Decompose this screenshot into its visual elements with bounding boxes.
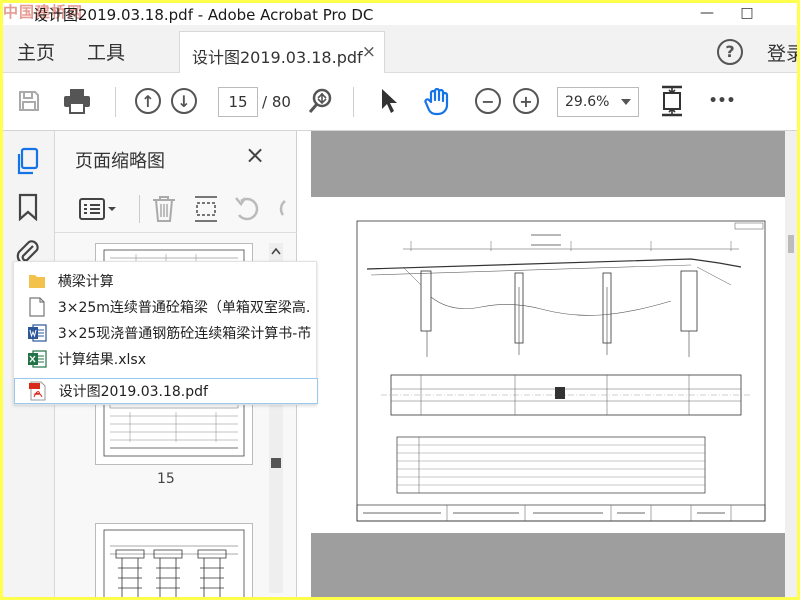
- thumbnail-page-number: 15: [157, 471, 175, 487]
- scrollbar-thumb[interactable]: [271, 458, 281, 468]
- hand-tool-icon[interactable]: [421, 85, 455, 117]
- zoom-out-icon[interactable]: −: [473, 85, 503, 117]
- chevron-down-icon: [621, 99, 631, 105]
- zoom-value: 29.6%: [565, 94, 610, 110]
- scrollbar-thumb[interactable]: [788, 235, 794, 253]
- help-icon[interactable]: ?: [717, 39, 743, 65]
- toolbar-separator: [353, 87, 354, 117]
- panel-title: 页面缩略图: [75, 151, 165, 172]
- save-icon[interactable]: [15, 85, 43, 117]
- page-thumbnails-icon[interactable]: [15, 147, 41, 179]
- close-tab-icon[interactable]: ×: [362, 42, 376, 62]
- file-name: 3×25m连续普通砼箱梁（单箱双室梁高.: [57, 300, 311, 316]
- toolbar-separator: [115, 87, 116, 117]
- menu-home[interactable]: 主页: [17, 38, 55, 65]
- rotate-left-icon[interactable]: [233, 195, 261, 227]
- menu-tools[interactable]: 工具: [87, 38, 125, 65]
- close-panel-icon[interactable]: ×: [245, 141, 265, 169]
- next-page-icon[interactable]: ↓: [169, 85, 199, 117]
- fit-page-icon[interactable]: [657, 85, 687, 117]
- word-file-icon: [24, 322, 50, 344]
- insert-page-icon[interactable]: [193, 195, 219, 227]
- thumbnail-options-icon[interactable]: [79, 197, 119, 225]
- page-number-input[interactable]: 15: [218, 87, 258, 117]
- page-thumbnail-16[interactable]: [95, 523, 253, 597]
- page-total: / 80: [262, 93, 291, 111]
- panel-separator: [139, 195, 140, 223]
- file-item-folder[interactable]: 横梁计算: [14, 268, 318, 294]
- zoom-in-icon[interactable]: +: [511, 85, 541, 117]
- login-button[interactable]: 登录: [767, 39, 797, 66]
- bookmark-icon[interactable]: [17, 193, 39, 225]
- more-tools-icon[interactable]: •••: [707, 85, 737, 117]
- minimize-button[interactable]: —: [687, 3, 727, 25]
- title-bar: 中国建桥网 设计图2019.03.18.pdf - Adobe Acrobat …: [3, 3, 797, 25]
- document-scrollbar[interactable]: [785, 131, 797, 597]
- file-item-word[interactable]: 3×25现浇普通钢筋砼连续箱梁计算书-芇: [14, 320, 318, 346]
- print-icon[interactable]: [61, 85, 93, 117]
- document-tab-label: 设计图2019.03.18.pdf: [192, 48, 363, 67]
- file-item-pdf[interactable]: 设计图2019.03.18.pdf: [14, 378, 318, 404]
- file-list-popup: 横梁计算 3×25m连续普通砼箱梁（单箱双室梁高. 3×25现浇普通钢筋砼连续箱…: [13, 261, 318, 405]
- document-icon: [24, 296, 50, 318]
- window-title: 设计图2019.03.18.pdf - Adobe Acrobat Pro DC: [33, 6, 374, 24]
- acrobat-window: 中国建桥网 设计图2019.03.18.pdf - Adobe Acrobat …: [3, 3, 797, 597]
- excel-file-icon: [24, 348, 50, 370]
- rotate-right-icon[interactable]: [273, 195, 287, 227]
- document-tab[interactable]: 设计图2019.03.18.pdf ×: [179, 31, 385, 73]
- main-toolbar: ↑ ↓ 15 / 80 − + 29.6% •••: [3, 73, 797, 131]
- pdf-file-icon: [25, 380, 51, 402]
- file-name: 设计图2019.03.18.pdf: [58, 384, 208, 400]
- file-item-document[interactable]: 3×25m连续普通砼箱梁（单箱双室梁高.: [14, 294, 318, 320]
- folder-icon: [24, 270, 50, 292]
- file-name: 3×25现浇普通钢筋砼连续箱梁计算书-芇: [57, 326, 312, 342]
- delete-page-icon[interactable]: [151, 195, 177, 227]
- select-cursor-icon[interactable]: [377, 85, 401, 117]
- maximize-button[interactable]: □: [727, 3, 767, 25]
- zoom-marquee-icon[interactable]: [305, 85, 337, 117]
- document-viewport[interactable]: [311, 131, 797, 597]
- zoom-select[interactable]: 29.6%: [557, 87, 639, 117]
- menu-row: 主页 工具 设计图2019.03.18.pdf × ? 登录: [3, 25, 797, 73]
- previous-page-icon[interactable]: ↑: [133, 85, 163, 117]
- file-name: 横梁计算: [57, 274, 114, 290]
- document-page: [311, 197, 797, 533]
- file-item-excel[interactable]: 计算结果.xlsx: [14, 346, 318, 372]
- panel-toolbar: [55, 187, 297, 233]
- file-name: 计算结果.xlsx: [57, 352, 147, 368]
